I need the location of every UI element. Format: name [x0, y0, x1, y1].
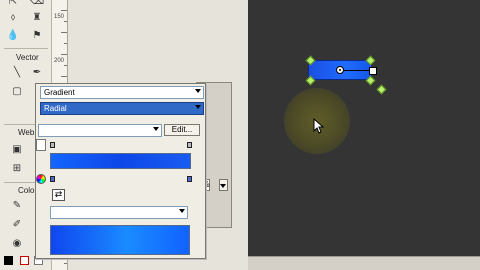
hotspot-icon[interactable]: ▣	[10, 144, 24, 156]
slice-icon[interactable]: ⊞	[10, 163, 24, 175]
pen-icon[interactable]: ✒	[30, 67, 44, 79]
chevron-down-icon	[153, 127, 159, 131]
gradient-options-icon[interactable]	[36, 139, 46, 151]
line-icon[interactable]: ╲	[10, 67, 24, 79]
gradient-stop-top[interactable]	[187, 142, 192, 148]
dropper-icon[interactable]: 💧	[6, 30, 20, 42]
vector-section-label: Vector	[16, 53, 39, 62]
chevron-down-icon	[179, 209, 185, 213]
edge-dropdown[interactable]	[50, 206, 188, 219]
ruler-number: 150	[54, 14, 65, 20]
ruler-number: 200	[54, 58, 65, 64]
fill-options-popup: Gradient Radial Edit... ⇄	[35, 83, 206, 259]
texture-dropdown[interactable]	[38, 124, 162, 137]
gradient-end-handle[interactable]	[369, 67, 377, 75]
gradient-color-stop[interactable]	[50, 176, 55, 182]
document-canvas[interactable]	[248, 0, 480, 256]
gradient-type-value: Radial	[44, 104, 67, 113]
opacity-dropdown-button[interactable]	[219, 179, 228, 191]
fill-category-value: Gradient	[44, 88, 75, 97]
swap-gradient-icon[interactable]: ⇄	[52, 189, 65, 201]
color-wheel-icon[interactable]	[36, 174, 46, 184]
subselect-icon[interactable]: ⇱	[6, 0, 20, 8]
web-section-label: Web	[18, 128, 35, 137]
mouse-pointer-icon	[313, 118, 325, 134]
status-bar	[248, 256, 480, 270]
gradient-type-dropdown[interactable]: Radial	[40, 102, 204, 115]
chevron-down-icon	[195, 105, 201, 109]
rubber-stamp-icon[interactable]: ♜	[30, 12, 44, 24]
fill-category-dropdown[interactable]: Gradient	[40, 86, 204, 99]
bucket-icon[interactable]: ⚑	[30, 30, 44, 42]
brush-icon[interactable]: ✐	[10, 219, 24, 231]
fill-color-icon[interactable]: ◉	[10, 238, 24, 250]
separator	[4, 48, 48, 49]
rectangle-icon[interactable]: ▢	[10, 86, 24, 98]
stroke-pencil-icon[interactable]: ✎	[10, 200, 24, 212]
colors-section-label: Colo	[18, 186, 35, 195]
gradient-preview-bar[interactable]	[50, 153, 191, 169]
gradient-vector-line	[344, 70, 370, 71]
default-colors-icon[interactable]	[4, 256, 13, 265]
gradient-stop-top[interactable]	[50, 142, 55, 148]
gradient-result-preview	[50, 225, 190, 255]
edit-gradient-button[interactable]: Edit...	[164, 124, 200, 136]
gradient-color-stop[interactable]	[187, 176, 192, 182]
eraser-icon[interactable]: ⌫	[30, 0, 44, 8]
blur-icon[interactable]: ⬨	[6, 12, 20, 24]
gradient-center-dot	[339, 69, 341, 71]
no-color-icon[interactable]	[20, 256, 29, 265]
chevron-down-icon	[220, 184, 226, 188]
chevron-down-icon	[195, 89, 201, 93]
